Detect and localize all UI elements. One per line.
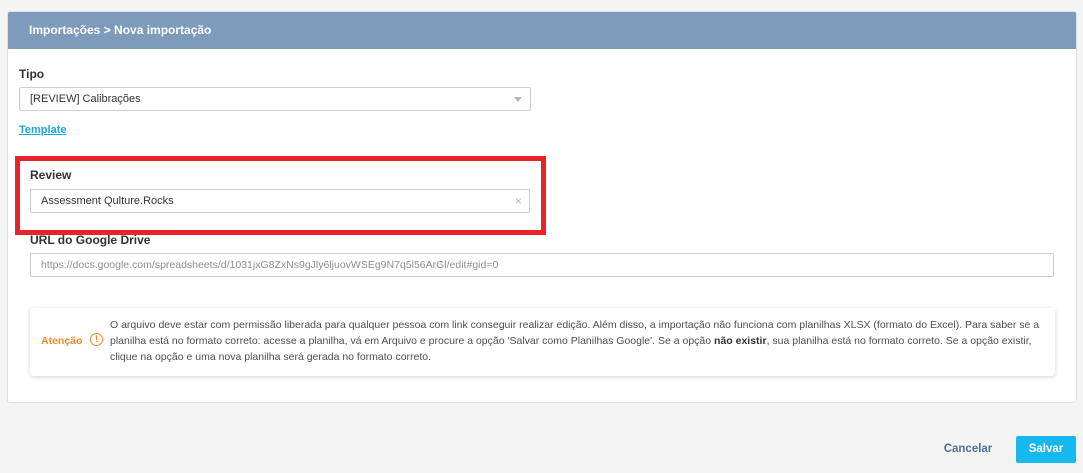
page-breadcrumb: Importações > Nova importação — [8, 12, 1076, 49]
import-form-card: Importações > Nova importação Tipo [REVI… — [7, 11, 1077, 403]
tipo-label: Tipo — [19, 67, 45, 81]
review-label: Review — [30, 168, 72, 182]
alert-message: O arquivo deve estar com permissão liber… — [110, 317, 1048, 365]
google-drive-url-input[interactable]: https://docs.google.com/spreadsheets/d/1… — [30, 253, 1054, 277]
warning-alert: Atenção ! O arquivo deve estar com permi… — [30, 308, 1055, 376]
alert-title: Atenção — [41, 335, 83, 347]
review-select[interactable]: Assessment Qulture.Rocks × — [30, 189, 530, 213]
review-selected-value: Assessment Qulture.Rocks — [41, 195, 174, 207]
close-icon[interactable]: × — [515, 194, 522, 208]
tipo-selected-value: [REVIEW] Calibrações — [30, 93, 141, 105]
warning-icon: ! — [90, 333, 103, 346]
cancel-button[interactable]: Cancelar — [936, 437, 1000, 461]
alert-text-bold: não existir — [714, 335, 767, 347]
save-button[interactable]: Salvar — [1016, 436, 1076, 463]
url-label: URL do Google Drive — [30, 233, 151, 247]
template-link[interactable]: Template — [19, 124, 66, 136]
tipo-select[interactable]: [REVIEW] Calibrações — [19, 87, 531, 111]
url-placeholder: https://docs.google.com/spreadsheets/d/1… — [41, 259, 499, 271]
chevron-down-icon[interactable] — [514, 97, 522, 102]
